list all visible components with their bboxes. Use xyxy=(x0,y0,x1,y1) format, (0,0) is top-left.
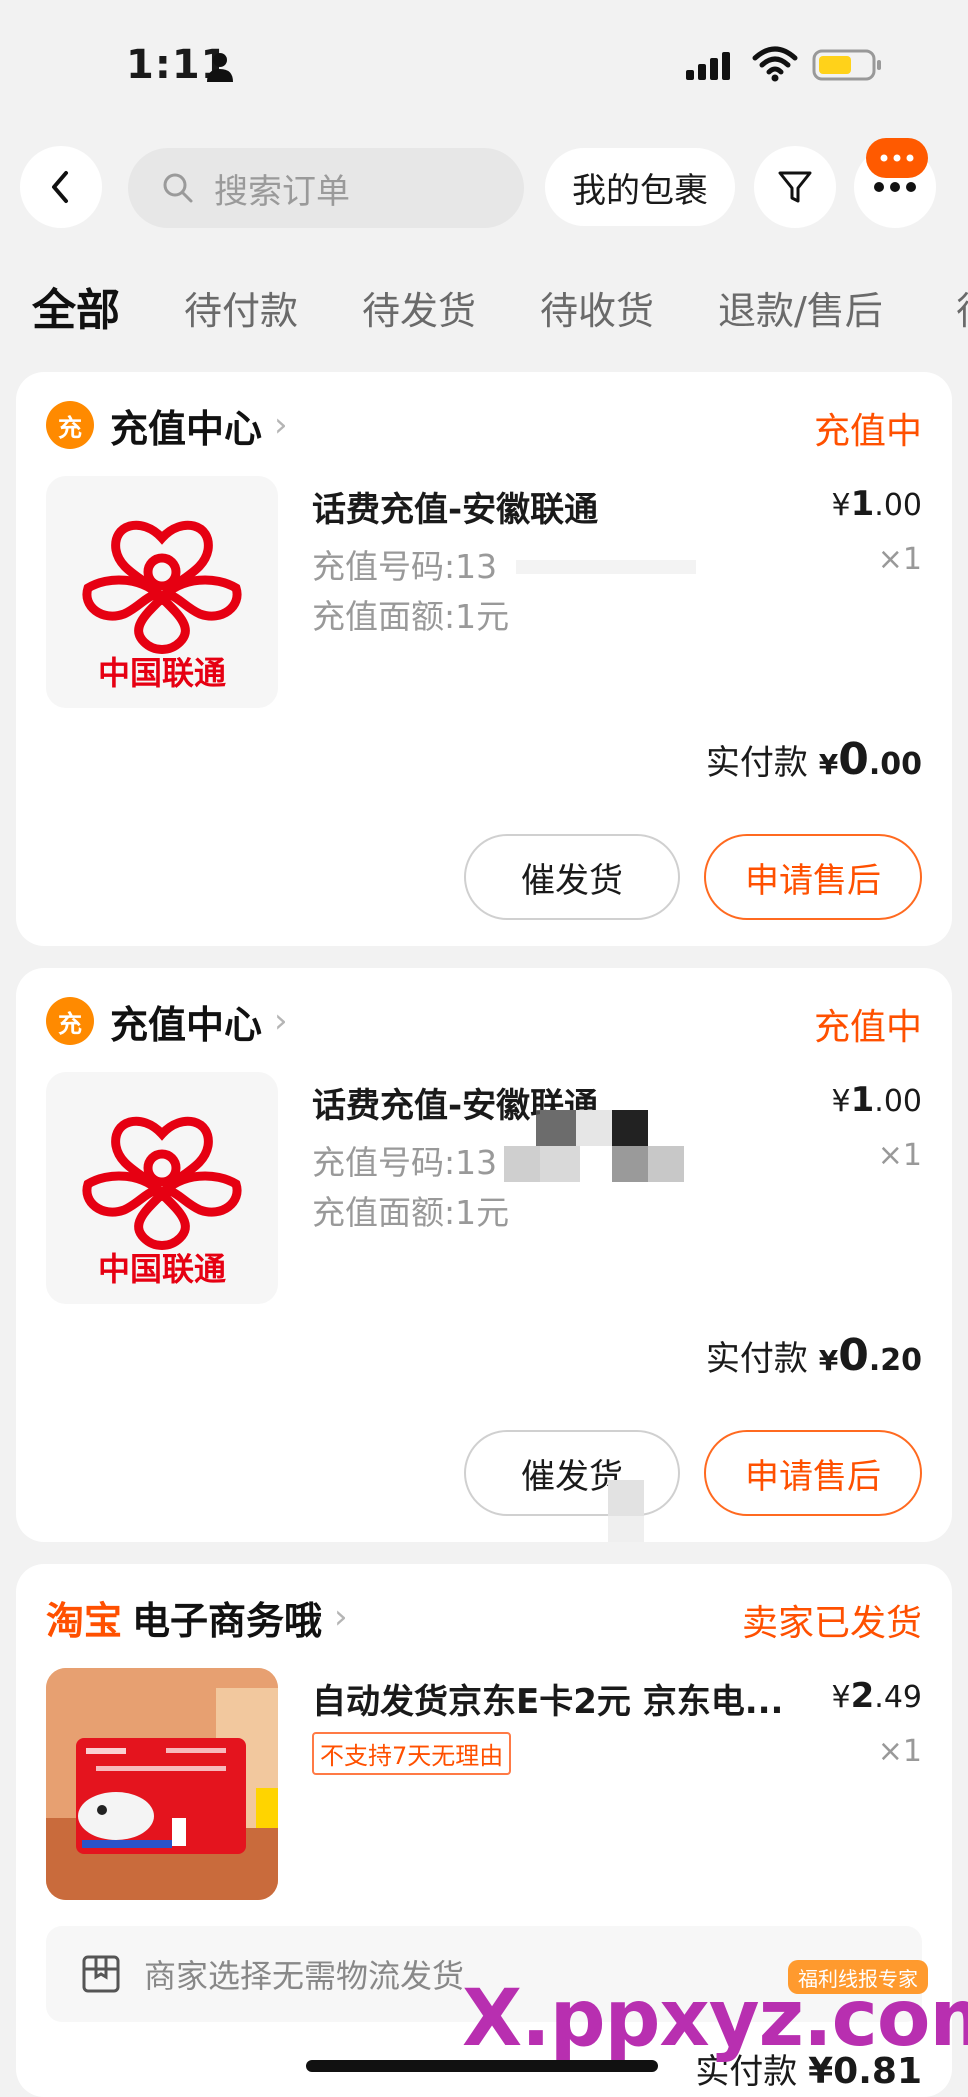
currency-symbol: ¥ xyxy=(818,1344,839,1377)
top-bar: 搜索订单 我的包裹 xyxy=(0,146,968,230)
shop-name: 充值中心 xyxy=(110,1002,263,1047)
mosaic-redaction xyxy=(648,1146,684,1182)
logo-caption: 中国联通 xyxy=(97,654,226,692)
shipping-note: 商家选择无需物流发货 xyxy=(144,1957,465,1995)
recharge-badge-icon: 充 xyxy=(46,997,94,1045)
message-badge-icon[interactable] xyxy=(866,138,928,178)
shop-name: 电子商务哦 xyxy=(132,1598,323,1643)
paid-integer: 0 xyxy=(838,734,869,785)
search-placeholder: 搜索订单 xyxy=(214,171,350,212)
tab-pending-receipt[interactable]: 待收货 xyxy=(540,280,654,335)
mosaic-redaction xyxy=(576,1110,612,1146)
currency-symbol: ¥ xyxy=(831,1084,851,1119)
price-integer: 1 xyxy=(850,1080,875,1120)
tab-pending-review[interactable]: 待 xyxy=(956,280,968,335)
shop-link[interactable]: 充 充值中心 › xyxy=(46,400,288,451)
unit-price: ¥1.00 xyxy=(832,484,922,524)
tab-all[interactable]: 全部 xyxy=(32,274,120,338)
after-sales-button[interactable]: 申请售后 xyxy=(704,834,922,920)
package-box-icon xyxy=(82,1955,120,1993)
watermark-tag: 福利线报专家 xyxy=(788,1960,928,1994)
paid-label: 实付款 xyxy=(705,1339,808,1379)
shop-link[interactable]: 淘宝 电子商务哦 › xyxy=(46,1592,348,1643)
back-button[interactable] xyxy=(20,146,102,228)
mosaic-redaction xyxy=(540,1146,580,1182)
logo-caption: 中国联通 xyxy=(97,1250,226,1288)
price-decimal: .00 xyxy=(874,488,922,523)
price-decimal: .49 xyxy=(874,1680,922,1715)
unit-price: ¥2.49 xyxy=(832,1676,922,1716)
paid-amount: 实付款 ¥0.00 xyxy=(706,734,922,785)
shop-name: 充值中心 xyxy=(110,406,263,451)
message-dots-icon xyxy=(880,154,914,162)
mosaic-redaction xyxy=(504,1146,540,1182)
after-sales-button[interactable]: 申请售后 xyxy=(704,1430,922,1516)
paid-label: 实付款 xyxy=(705,743,808,783)
order-status: 充值中 xyxy=(813,411,922,452)
home-indicator[interactable] xyxy=(306,2060,658,2072)
taobao-logo: 淘宝 xyxy=(46,1598,123,1643)
product-title[interactable]: 话费充值-安徽联通 xyxy=(312,482,812,531)
quantity: ×1 xyxy=(877,1734,922,1769)
more-dots-icon xyxy=(874,182,916,192)
mosaic-redaction xyxy=(536,1110,576,1146)
price-integer: 1 xyxy=(850,484,875,524)
paid-integer: 0 xyxy=(838,1330,869,1381)
search-icon xyxy=(163,173,193,203)
product-title[interactable]: 自动发货京东E卡2元 京东电... xyxy=(312,1674,842,1723)
unit-price: ¥1.00 xyxy=(832,1080,922,1120)
recharge-badge-icon: 充 xyxy=(46,401,94,449)
order-status: 卖家已发货 xyxy=(741,1603,922,1644)
order-card[interactable]: 充 充值中心 › 充值中 中国联通 话费充值-安徽联通 充值号码:13 充值面额… xyxy=(16,968,952,1542)
paid-decimal: .00 xyxy=(868,747,922,782)
chevron-right-icon: › xyxy=(334,1597,348,1637)
shop-link[interactable]: 充 充值中心 › xyxy=(46,996,288,1047)
battery-icon xyxy=(812,49,881,81)
mosaic-redaction xyxy=(612,1146,648,1182)
tab-refund-aftersales[interactable]: 退款/售后 xyxy=(718,280,883,335)
tab-pending-shipment[interactable]: 待发货 xyxy=(362,280,476,335)
redacted-mask xyxy=(516,560,696,574)
recharge-amount: 充值面额:1元 xyxy=(312,1193,510,1232)
price-decimal: .00 xyxy=(874,1084,922,1119)
jd-ecard-image-icon xyxy=(46,1668,278,1900)
quantity: ×1 xyxy=(877,542,922,577)
cellular-signal-icon xyxy=(686,52,730,80)
my-packages-button[interactable]: 我的包裹 xyxy=(545,148,735,226)
mosaic-redaction xyxy=(608,1516,644,1542)
price-integer: 2 xyxy=(850,1676,875,1716)
order-card[interactable]: 充 充值中心 › 充值中 中国联通 话费充值-安徽联通 充值号码:13 充值面额… xyxy=(16,372,952,946)
filter-icon xyxy=(778,171,812,203)
no-return-tag: 不支持7天无理由 xyxy=(312,1732,512,1775)
mosaic-redaction xyxy=(612,1110,648,1146)
tab-pending-payment[interactable]: 待付款 xyxy=(184,280,298,335)
quantity: ×1 xyxy=(877,1138,922,1173)
filter-button[interactable] xyxy=(754,146,836,228)
chevron-left-icon xyxy=(52,171,68,203)
mosaic-redaction xyxy=(608,1480,644,1516)
order-tabs: 全部 待付款 待发货 待收货 退款/售后 待 xyxy=(0,280,968,350)
person-icon xyxy=(207,53,233,82)
urge-shipment-button[interactable]: 催发货 xyxy=(464,1430,680,1516)
status-bar: 1:11 xyxy=(0,0,968,130)
recharge-amount: 充值面额:1元 xyxy=(312,597,510,636)
currency-symbol: ¥ xyxy=(831,488,851,523)
recharge-number: 充值号码:13 xyxy=(312,1143,498,1182)
recharge-number: 充值号码:13 xyxy=(312,547,498,586)
product-thumbnail[interactable]: 中国联通 xyxy=(46,476,278,708)
paid-amount: 实付款 ¥0.20 xyxy=(706,1330,922,1381)
product-thumbnail[interactable] xyxy=(46,1668,278,1900)
product-thumbnail[interactable]: 中国联通 xyxy=(46,1072,278,1304)
search-input[interactable]: 搜索订单 xyxy=(128,148,524,228)
currency-symbol: ¥ xyxy=(818,748,839,781)
order-status: 充值中 xyxy=(813,1007,922,1048)
wifi-icon xyxy=(752,46,798,82)
chevron-right-icon: › xyxy=(274,1001,288,1041)
currency-symbol: ¥ xyxy=(831,1680,851,1715)
paid-decimal: .20 xyxy=(868,1343,922,1378)
urge-shipment-button[interactable]: 催发货 xyxy=(464,834,680,920)
chevron-right-icon: › xyxy=(274,405,288,445)
